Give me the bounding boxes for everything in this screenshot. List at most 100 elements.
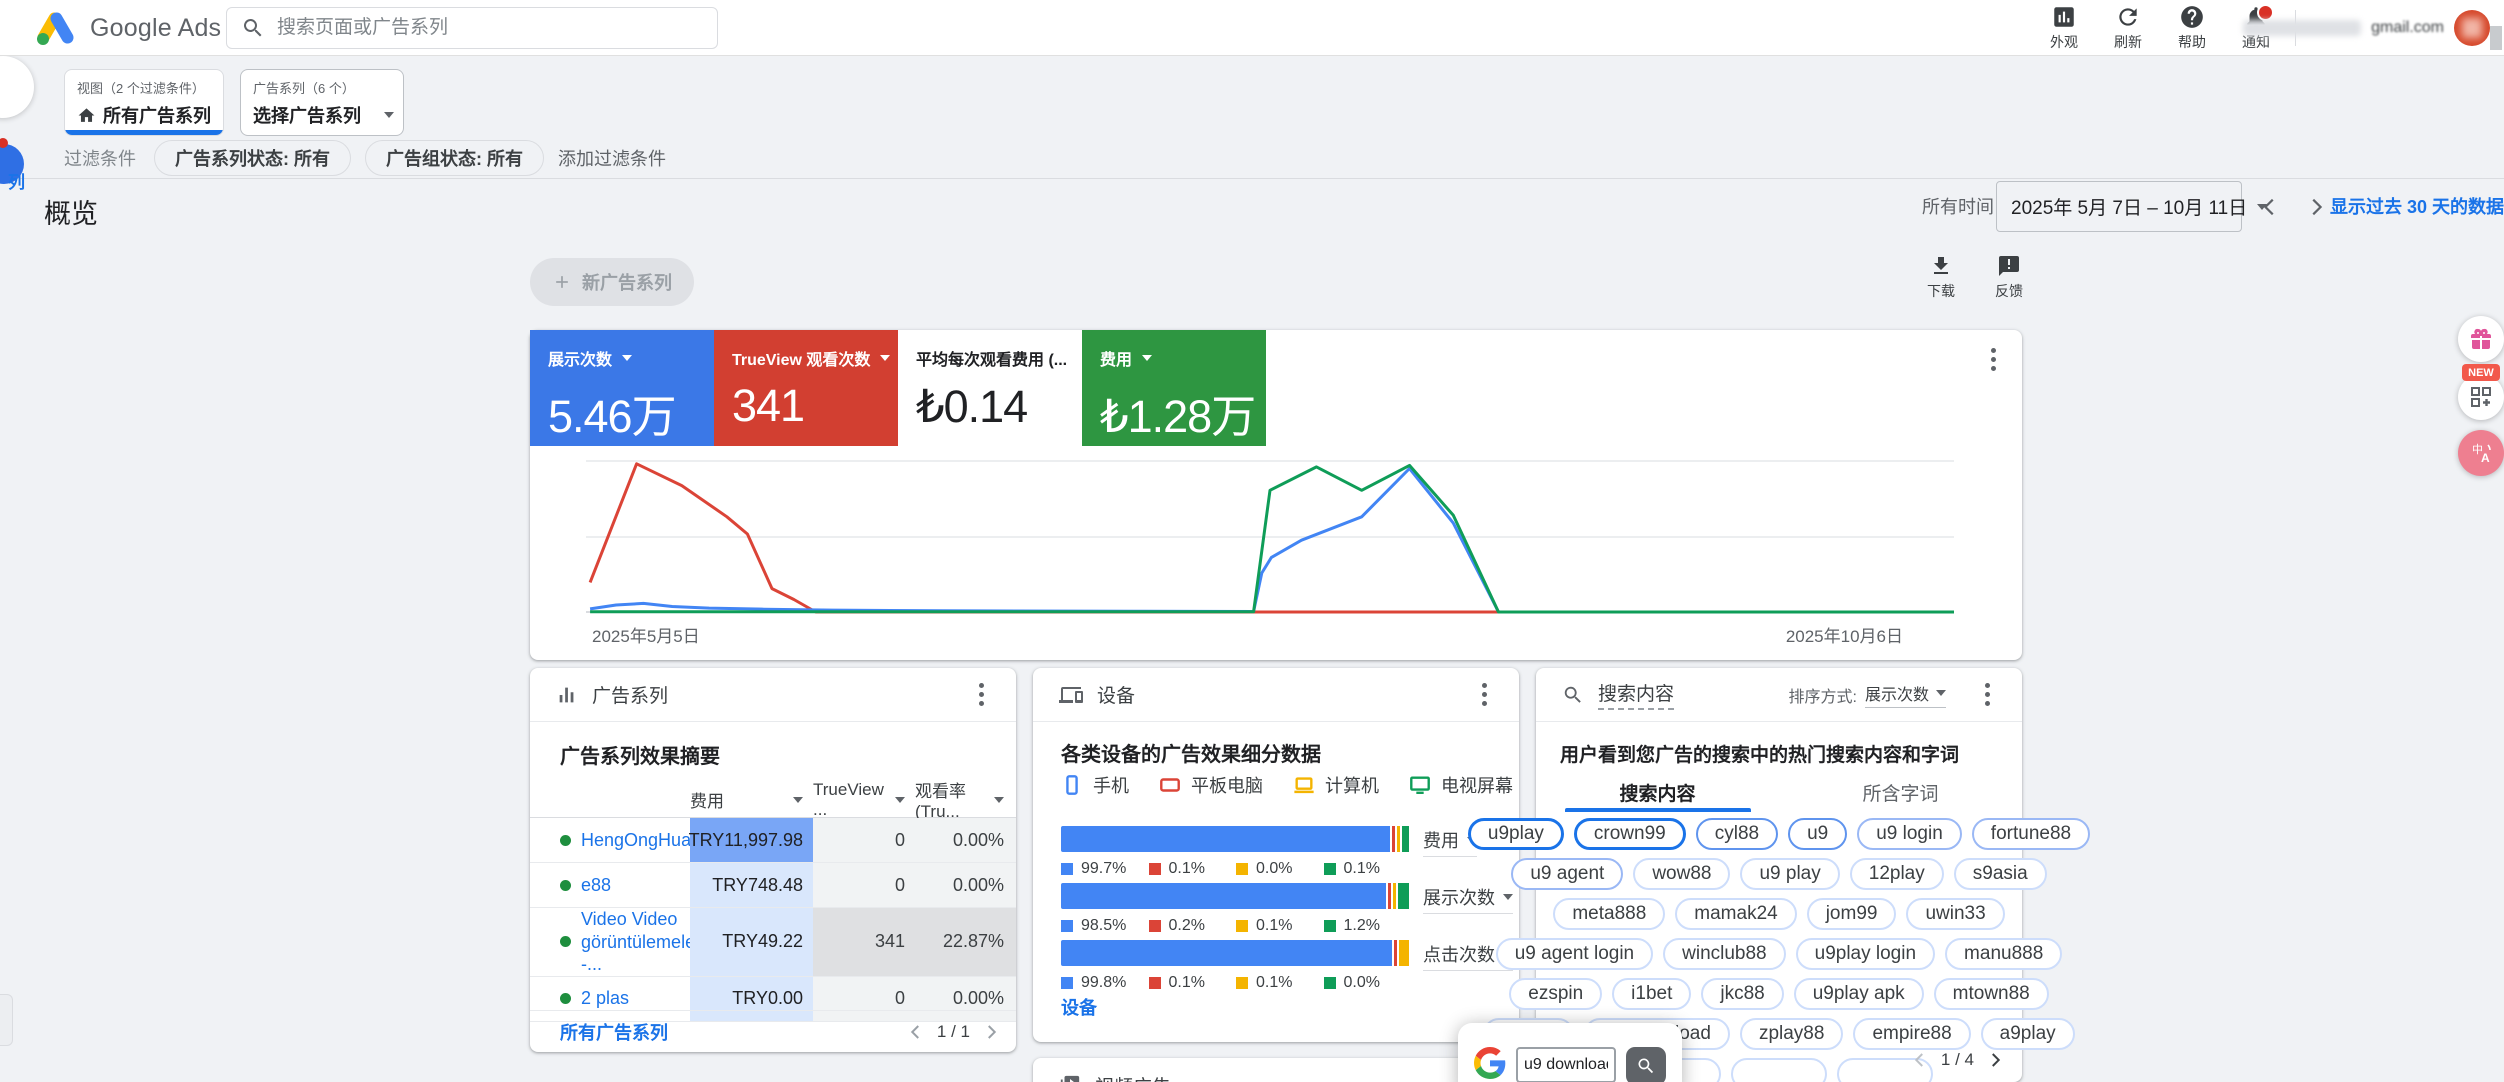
search-term-chip[interactable]: u9 login xyxy=(1857,818,1962,850)
filter-chip-adgroup-status[interactable]: 广告组状态: 所有 xyxy=(365,140,544,176)
search-term-chip[interactable]: u9 agent login xyxy=(1496,938,1653,970)
device-percentages: 98.5%0.2%0.1%1.2% xyxy=(1061,917,1411,935)
search-term-chip[interactable]: i1bet xyxy=(1612,978,1691,1010)
preview-search-button[interactable] xyxy=(1626,1047,1666,1082)
search-term-chip[interactable]: fortune88 xyxy=(1972,818,2090,850)
view-selector-value: 所有广告系列 xyxy=(103,102,211,128)
add-filter-button[interactable]: 添加过滤条件 xyxy=(558,145,666,171)
column-header-cost[interactable]: 费用 xyxy=(690,782,813,818)
prev-page-button[interactable] xyxy=(1911,1051,1929,1069)
search-term-chip[interactable]: wow88 xyxy=(1633,858,1730,890)
search-term-chip[interactable]: winclub88 xyxy=(1663,938,1786,970)
sort-value-dropdown[interactable]: 展示次数 xyxy=(1865,681,1946,708)
scorecard-2[interactable]: 平均每次观看费用 (...₺0.14 xyxy=(898,330,1082,446)
account-area[interactable]: gmail.com xyxy=(2243,0,2490,56)
google-ads-overview-page: Google Ads 外观刷新帮助通知 gmail.com 视图（2 个过滤条件… xyxy=(0,0,2504,1082)
views-cell: 0 xyxy=(813,818,915,862)
show-last-30-days-link[interactable]: 显示过去 30 天的数据 xyxy=(2330,182,2504,232)
search-term-chip[interactable]: ezspin xyxy=(1509,978,1602,1010)
search-term-chip[interactable]: 12play xyxy=(1850,858,1944,890)
next-page-button[interactable] xyxy=(982,1023,1000,1041)
bar-segment-2 xyxy=(1399,940,1409,966)
search-term-chip[interactable]: uwin33 xyxy=(1906,898,2004,930)
topnav-外观[interactable]: 外观 xyxy=(2032,0,2096,56)
google-ads-logo[interactable]: Google Ads xyxy=(36,11,221,45)
campaign-selector[interactable]: 广告系列（6 个） 选择广告系列 xyxy=(240,69,404,136)
search-term-chip[interactable]: u9play apk xyxy=(1794,978,1924,1010)
search-term-chip[interactable]: empire88 xyxy=(1853,1018,1970,1050)
view-selector[interactable]: 视图（2 个过滤条件） 所有广告系列 xyxy=(64,69,224,136)
search-term-chip-partial[interactable] xyxy=(1731,1058,1827,1082)
scorecard-0[interactable]: 展示次数5.46万 xyxy=(530,330,714,446)
search-term-chip[interactable]: jom99 xyxy=(1807,898,1897,930)
left-edge-panel-sliver[interactable] xyxy=(0,994,13,1046)
filter-chip-campaign-status[interactable]: 广告系列状态: 所有 xyxy=(154,140,351,176)
overview-card-menu-button[interactable] xyxy=(1978,344,2008,374)
new-campaign-button[interactable]: 新广告系列 xyxy=(530,258,694,306)
global-search[interactable] xyxy=(226,7,718,49)
feedback-button[interactable]: 反馈 xyxy=(1980,254,2038,306)
date-prev-button[interactable] xyxy=(2248,181,2292,232)
download-button[interactable]: 下载 xyxy=(1912,254,1970,306)
search-term-chip[interactable]: u9 xyxy=(1788,818,1847,850)
search-term-chip[interactable]: s9asia xyxy=(1954,858,2047,890)
pct-item-3: 1.2% xyxy=(1324,917,1412,935)
campaign-table-body: HengOngHuat99TRY11,997.9800.00%e88TRY748… xyxy=(530,818,1016,1022)
column-header-view-rate[interactable]: 观看率 (Tru... xyxy=(915,782,1016,818)
scorecard-metric-name: 平均每次观看费用 (... xyxy=(916,346,1067,370)
next-page-button[interactable] xyxy=(1986,1051,2004,1069)
search-term-chip[interactable]: mtown88 xyxy=(1934,978,2049,1010)
search-term-chip[interactable]: manu888 xyxy=(1945,938,2062,970)
status-enabled-icon xyxy=(560,993,571,1004)
page-title: 概览 xyxy=(44,192,98,231)
performance-line-chart[interactable] xyxy=(586,454,1954,614)
search-terms-card: 搜索内容 排序方式: 展示次数 用户看到您广告的搜索中的热门搜索内容和字词 搜索… xyxy=(1536,668,2022,1082)
scrollbar-thumb[interactable] xyxy=(2490,26,2502,50)
campaign-link[interactable]: e88 xyxy=(581,874,611,897)
campaign-link[interactable]: HengOngHuat99 xyxy=(581,829,691,852)
search-icon xyxy=(241,16,265,40)
cost-cell: TRY49.22 xyxy=(690,908,813,976)
devices-icon xyxy=(1059,683,1083,707)
search-term-chip[interactable]: zplay88 xyxy=(1740,1018,1844,1050)
search-term-chip[interactable]: jkc88 xyxy=(1701,978,1783,1010)
search-term-chip[interactable]: a9play xyxy=(1981,1018,2075,1050)
search-term-chip[interactable]: cyl88 xyxy=(1696,818,1778,850)
prev-page-button[interactable] xyxy=(907,1023,925,1041)
scorecard-3[interactable]: 费用₺1.28万 xyxy=(1082,330,1266,446)
tab-0[interactable]: 搜索内容 xyxy=(1536,772,1779,812)
device-percentages: 99.8%0.1%0.1%0.0% xyxy=(1061,974,1411,992)
campaigns-card-menu-button[interactable] xyxy=(966,680,996,710)
campaign-link[interactable]: Video Video görüntülemeleri -... xyxy=(581,908,691,976)
search-terms-card-menu-button[interactable] xyxy=(1972,680,2002,710)
campaign-link[interactable]: 2 plas xyxy=(581,987,629,1010)
topnav-帮助[interactable]: 帮助 xyxy=(2160,0,2224,56)
topnav-刷新[interactable]: 刷新 xyxy=(2096,0,2160,56)
devices-link[interactable]: 设备 xyxy=(1061,994,1097,1020)
search-term-chip[interactable]: meta888 xyxy=(1553,898,1665,930)
google-ads-triangle-icon xyxy=(36,11,76,45)
stacked-bar xyxy=(1061,940,1411,966)
search-term-chip[interactable]: crown99 xyxy=(1574,818,1686,850)
tab-1[interactable]: 所含字词 xyxy=(1779,772,2022,812)
scorecard-1[interactable]: TrueView 观看次数341 xyxy=(714,330,898,446)
translate-floating-button[interactable]: 中A xyxy=(2458,430,2504,476)
left-edge-floating-circle[interactable] xyxy=(0,56,34,118)
device-metric-dropdown[interactable]: 展示次数 xyxy=(1423,884,1513,914)
gift-floating-button[interactable] xyxy=(2458,316,2504,362)
avatar[interactable] xyxy=(2454,10,2490,46)
search-term-chip[interactable]: u9 agent xyxy=(1511,858,1623,890)
devices-card-menu-button[interactable] xyxy=(1469,680,1499,710)
search-term-chip[interactable]: mamak24 xyxy=(1675,898,1796,930)
search-term-chip[interactable]: u9play xyxy=(1468,818,1564,850)
chevron-down-icon xyxy=(793,797,803,803)
all-campaigns-link[interactable]: 所有广告系列 xyxy=(560,1019,668,1045)
preview-search-input[interactable] xyxy=(1516,1047,1616,1082)
view-rate-cell: 0.00% xyxy=(915,818,1016,862)
global-search-input[interactable] xyxy=(277,17,703,39)
search-term-chip[interactable]: u9play login xyxy=(1796,938,1935,970)
date-range-picker[interactable]: 2025年 5月 7日 – 10月 11日 xyxy=(1996,181,2242,232)
search-term-chip[interactable]: u9 play xyxy=(1740,858,1839,890)
feedback-label: 反馈 xyxy=(1995,281,2023,301)
column-header-views[interactable]: TrueView ... xyxy=(813,782,915,818)
